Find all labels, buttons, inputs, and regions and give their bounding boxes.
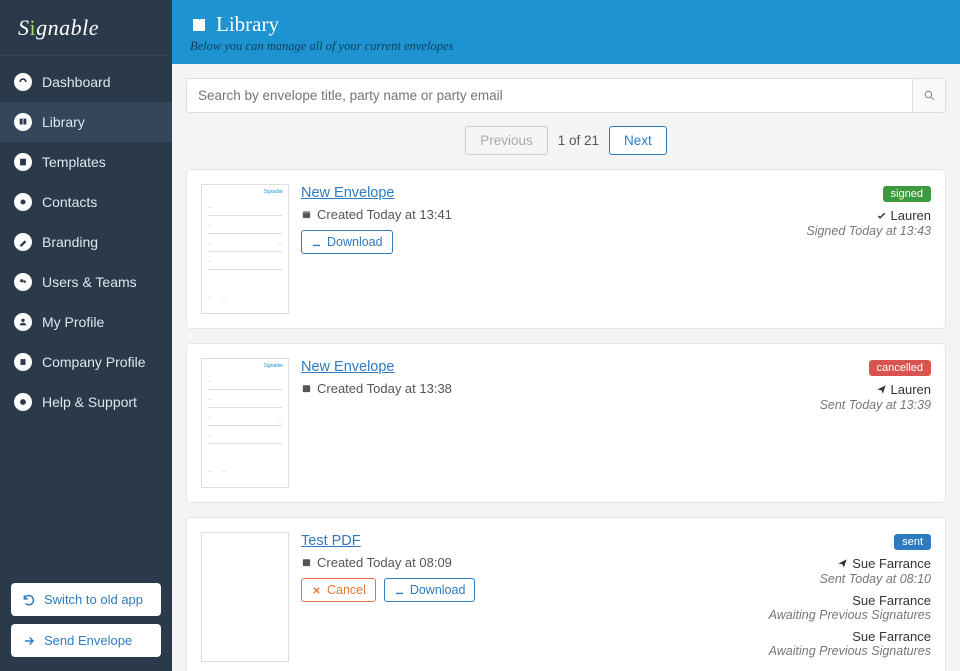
sidebar-item-label: Dashboard <box>42 74 111 90</box>
sidebar-item-dashboard[interactable]: Dashboard <box>0 62 172 102</box>
envelope-created: Created Today at 08:09 <box>301 555 769 570</box>
cancel-button[interactable]: Cancel <box>301 578 376 602</box>
party-status: Awaiting Previous Signatures <box>769 608 931 622</box>
profile-icon <box>14 313 32 331</box>
envelope-created: Created Today at 13:41 <box>301 207 806 222</box>
calendar-icon <box>301 383 312 394</box>
branding-icon <box>14 233 32 251</box>
send-icon <box>876 384 887 395</box>
main: Library Below you can manage all of your… <box>172 0 960 671</box>
envelope-thumbnail: Signable — — —— — —— <box>201 184 289 314</box>
dashboard-icon <box>14 73 32 91</box>
envelope-card: Signable — — —— — —— New Envelope Create… <box>186 343 946 503</box>
users-icon <box>14 273 32 291</box>
templates-icon <box>14 153 32 171</box>
party-status: Signed Today at 13:43 <box>806 224 931 238</box>
switch-label: Switch to old app <box>44 592 143 607</box>
envelope-title-link[interactable]: New Envelope <box>301 185 395 201</box>
sidebar-item-company-profile[interactable]: Company Profile <box>0 342 172 382</box>
party-name: Sue Farrance <box>852 629 931 644</box>
calendar-icon <box>301 557 312 568</box>
page-header: Library Below you can manage all of your… <box>172 0 960 64</box>
envelope-thumbnail: Signable — — —— — —— <box>201 358 289 488</box>
content: Previous 1 of 21 Next Signable — — —— — … <box>172 64 960 671</box>
contacts-icon <box>14 193 32 211</box>
pager-prev-button[interactable]: Previous <box>465 126 548 155</box>
calendar-icon <box>301 209 312 220</box>
sidebar-item-label: Users & Teams <box>42 274 137 290</box>
page-subtitle: Below you can manage all of your current… <box>190 39 942 54</box>
sidebar-item-label: Branding <box>42 234 98 250</box>
undo-icon <box>22 593 36 607</box>
logo: Signable <box>0 0 172 56</box>
envelope-created: Created Today at 13:38 <box>301 381 820 396</box>
search-button[interactable] <box>912 78 946 113</box>
party-status: Sent Today at 13:39 <box>820 398 931 412</box>
close-icon <box>311 585 322 596</box>
search-icon <box>923 89 936 102</box>
company-icon <box>14 353 32 371</box>
book-icon <box>14 113 32 131</box>
download-button[interactable]: Download <box>384 578 476 602</box>
party-name: Lauren <box>876 382 931 397</box>
envelope-title-link[interactable]: Test PDF <box>301 533 361 549</box>
envelope-card: Test PDF Created Today at 08:09 Cancel <box>186 517 946 671</box>
party-name: Sue Farrance <box>852 593 931 608</box>
sidebar-item-branding[interactable]: Branding <box>0 222 172 262</box>
envelope-card: Signable — — —— — —— New Envelope Create… <box>186 169 946 329</box>
party-name: Lauren <box>876 208 931 223</box>
sidebar-item-templates[interactable]: Templates <box>0 142 172 182</box>
status-badge: signed <box>883 186 931 202</box>
download-button[interactable]: Download <box>301 230 393 254</box>
sidebar-item-label: My Profile <box>42 314 104 330</box>
page-title: Library <box>190 12 942 37</box>
send-icon <box>837 558 848 569</box>
status-badge: cancelled <box>869 360 931 376</box>
party-status: Sent Today at 08:10 <box>769 572 931 586</box>
pager: Previous 1 of 21 Next <box>186 126 946 155</box>
sidebar: Signable Dashboard Library Templates Con… <box>0 0 172 671</box>
pager-position: 1 of 21 <box>558 133 599 148</box>
party-status: Awaiting Previous Signatures <box>769 644 931 658</box>
sidebar-item-library[interactable]: Library <box>0 102 172 142</box>
nav: Dashboard Library Templates Contacts Bra… <box>0 56 172 565</box>
sidebar-item-label: Contacts <box>42 194 97 210</box>
help-icon <box>14 393 32 411</box>
send-label: Send Envelope <box>44 633 132 648</box>
switch-old-app-button[interactable]: Switch to old app <box>11 583 161 616</box>
download-icon <box>311 237 322 248</box>
envelope-thumbnail <box>201 532 289 662</box>
search-input[interactable] <box>186 78 912 113</box>
sidebar-item-contacts[interactable]: Contacts <box>0 182 172 222</box>
party-name: Sue Farrance <box>837 556 931 571</box>
arrow-right-icon <box>22 634 36 648</box>
sidebar-item-help-support[interactable]: Help & Support <box>0 382 172 422</box>
sidebar-item-label: Help & Support <box>42 394 137 410</box>
pager-next-button[interactable]: Next <box>609 126 667 155</box>
check-icon <box>876 210 887 221</box>
sidebar-item-users-teams[interactable]: Users & Teams <box>0 262 172 302</box>
download-icon <box>394 585 405 596</box>
sidebar-item-my-profile[interactable]: My Profile <box>0 302 172 342</box>
envelope-title-link[interactable]: New Envelope <box>301 359 395 375</box>
sidebar-bottom: Switch to old app Send Envelope <box>0 565 172 671</box>
sidebar-item-label: Company Profile <box>42 354 146 370</box>
sidebar-item-label: Templates <box>42 154 106 170</box>
status-badge: sent <box>894 534 931 550</box>
sidebar-item-label: Library <box>42 114 85 130</box>
book-icon <box>190 16 208 34</box>
send-envelope-button[interactable]: Send Envelope <box>11 624 161 657</box>
search-row <box>186 78 946 113</box>
